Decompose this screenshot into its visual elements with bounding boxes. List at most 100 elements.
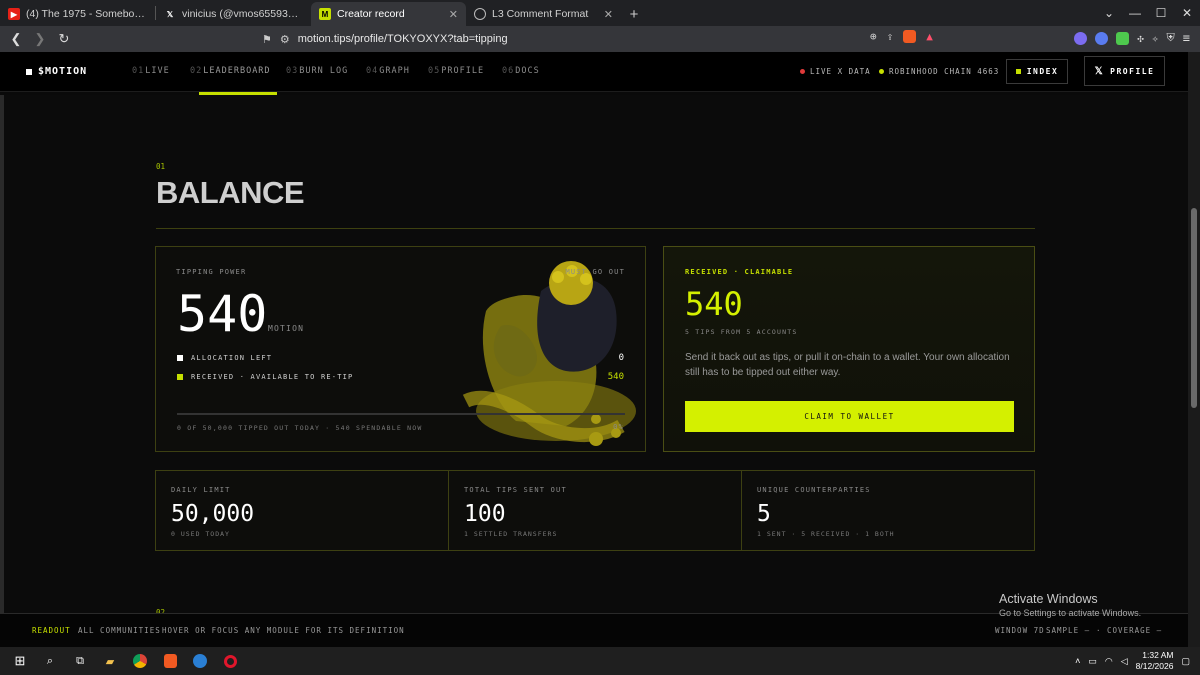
brand-mark-icon (26, 68, 32, 75)
nav-leaderboard[interactable]: 02LEADERBOARD (190, 66, 271, 76)
extension-icon[interactable] (1074, 31, 1088, 45)
unique-counterparties-sub: 1 SENT · 5 RECEIVED · 1 BOTH (757, 530, 895, 538)
nav-burn-log[interactable]: 03BURN LOG (286, 66, 348, 76)
nav-live[interactable]: 01LIVE (132, 66, 170, 76)
readout-footer: READOUT ALL COMMUNITIES HOVER OR FOCUS A… (0, 613, 1188, 647)
bookmark-icon[interactable]: ⚑ (262, 33, 272, 46)
daily-limit-card[interactable]: DAILY LIMIT 50,000 0 USED TODAY (155, 470, 449, 551)
browser-tab-x[interactable]: 𝕏 vinicius (@vmos655930) / X (156, 2, 311, 26)
puzzle-icon[interactable]: ✣ (1137, 32, 1144, 45)
green-square-icon (177, 374, 183, 380)
activate-windows-title: Activate Windows (999, 592, 1098, 606)
extension-icon[interactable] (1116, 31, 1130, 45)
reload-icon[interactable]: ↻ (56, 31, 72, 47)
close-icon[interactable]: ✕ (449, 8, 458, 21)
chain-dot-icon (879, 69, 884, 74)
index-square-icon (1015, 69, 1021, 74)
rewards-icon[interactable]: ▲ (926, 30, 933, 43)
received-available-row: RECEIVED · AVAILABLE TO RE-TIP (177, 373, 353, 381)
profile-button[interactable]: 𝕏 PROFILE (1084, 56, 1165, 86)
daily-limit-label: DAILY LIMIT (171, 486, 231, 494)
site-info-icon[interactable]: ⚙ (280, 33, 290, 46)
daily-limit-value: 50,000 (171, 501, 255, 527)
notification-icon[interactable]: ▢ (1181, 656, 1190, 667)
close-icon[interactable]: ✕ (604, 8, 613, 21)
menu-icon[interactable]: ≡ (1183, 31, 1190, 45)
browser-tab-youtube[interactable]: ▶ (4) The 1975 - Somebody Else - (Vev (0, 2, 155, 26)
windows-start-icon[interactable]: ⊞ (10, 651, 30, 671)
claim-to-wallet-button[interactable]: CLAIM TO WALLET (685, 401, 1014, 432)
motion-icon: M (319, 8, 331, 20)
tray-chevron-icon[interactable]: ˄ (1075, 656, 1080, 666)
search-icon[interactable]: ⌕ (40, 651, 60, 671)
chrome-icon[interactable] (130, 651, 150, 671)
clock-date: 8/12/2026 (1135, 661, 1174, 671)
tab-search-icon[interactable]: ⌄ (1096, 6, 1122, 20)
tips-from-accounts: 5 TIPS FROM 5 ACCOUNTS (685, 328, 798, 336)
address-bar[interactable]: ⚑ ⚙ motion.tips/profile/TOKYOXYX?tab=tip… (262, 29, 942, 49)
youtube-icon: ▶ (8, 8, 20, 20)
url-text[interactable]: motion.tips/profile/TOKYOXYX?tab=tipping (298, 33, 508, 45)
zoom-icon[interactable]: ⊕ (870, 30, 877, 43)
opera-icon[interactable] (220, 651, 240, 671)
new-tab-button[interactable]: + (621, 2, 647, 26)
tab-title: Creator record (337, 8, 405, 20)
claim-description: Send it back out as tips, or pull it on-… (685, 352, 1010, 378)
address-bar-actions: ⊕ ⇪ ▲ (870, 30, 933, 43)
total-tips-card[interactable]: TOTAL TIPS SENT OUT 100 1 SETTLED TRANSF… (448, 470, 742, 551)
forward-icon[interactable]: ❯ (32, 31, 48, 47)
close-window-icon[interactable]: ✕ (1174, 6, 1200, 20)
tipped-out-summary: 0 OF 50,000 TIPPED OUT TODAY · 540 SPEND… (177, 424, 423, 432)
section-divider (156, 228, 1035, 229)
claimable-card[interactable]: RECEIVED · CLAIMABLE 540 5 TIPS FROM 5 A… (663, 246, 1035, 452)
volume-icon[interactable]: ◁ (1121, 656, 1128, 667)
brave-shield-icon[interactable] (903, 30, 917, 43)
scrollbar-thumb[interactable] (1191, 208, 1197, 408)
readout-label: READOUT (32, 626, 71, 635)
x-icon: 𝕏 (1094, 65, 1105, 77)
tipping-power-label: TIPPING POWER (176, 268, 247, 276)
extension-icon[interactable] (1095, 31, 1109, 45)
money-bag-character-illustration (462, 261, 636, 446)
share-icon[interactable]: ⇪ (887, 30, 894, 43)
browser-tab-l3-comment[interactable]: L3 Comment Format ✕ (466, 2, 621, 26)
unique-counterparties-value: 5 (757, 501, 771, 527)
tab-title: vinicius (@vmos655930) / X (182, 8, 303, 20)
communities-filter[interactable]: ALL COMMUNITIES (78, 626, 161, 635)
minimize-icon[interactable]: — (1122, 6, 1148, 20)
index-button[interactable]: INDEX (1006, 59, 1068, 84)
file-explorer-icon[interactable]: ▰ (100, 651, 120, 671)
section-title: BALANCE (156, 175, 305, 210)
maximize-icon[interactable]: ☐ (1148, 6, 1174, 20)
extensions-area: ✣ ✧ ⛨ ≡ (1074, 31, 1190, 45)
brave-icon[interactable] (160, 651, 180, 671)
system-tray: ˄ ▭ ◠ ◁ 1:32 AM 8/12/2026 ▢ (1075, 650, 1190, 672)
white-square-icon (177, 355, 183, 361)
windows-taskbar: ⊞ ⌕ ⧉ ▰ ˄ ▭ ◠ ◁ 1:32 AM 8/12/2026 ▢ (0, 647, 1200, 675)
app-icon[interactable] (190, 651, 210, 671)
nav-graph[interactable]: 04GRAPH (366, 66, 410, 76)
tipping-power-unit: MOTION (268, 324, 305, 333)
wifi-icon[interactable]: ◠ (1105, 656, 1113, 667)
section-number: 01 (156, 162, 166, 171)
total-tips-value: 100 (464, 501, 506, 527)
tipping-power-card[interactable]: TIPPING POWER MUST GO OUT 540 MOTION ALL… (155, 246, 646, 452)
nav-profile[interactable]: 05PROFILE (428, 66, 484, 76)
sparkle-icon[interactable]: ✧ (1152, 32, 1159, 45)
total-tips-sub: 1 SETTLED TRANSFERS (464, 530, 558, 538)
brand-logo[interactable]: $MOTION (26, 66, 87, 77)
network-icon[interactable]: ▭ (1088, 656, 1097, 667)
unique-counterparties-card[interactable]: UNIQUE COUNTERPARTIES 5 1 SENT · 5 RECEI… (741, 470, 1035, 551)
nav-docs[interactable]: 06DOCS (502, 66, 540, 76)
live-dot-icon (800, 69, 805, 74)
shield-icon[interactable]: ⛨ (1167, 31, 1175, 45)
must-go-out-label: MUST GO OUT (565, 268, 625, 276)
daily-limit-sub: 0 USED TODAY (171, 530, 230, 538)
task-view-icon[interactable]: ⧉ (70, 651, 90, 671)
window-setting[interactable]: WINDOW 7D (995, 626, 1045, 635)
system-clock[interactable]: 1:32 AM 8/12/2026 (1136, 650, 1174, 672)
page-scrollbar[interactable] (1188, 52, 1200, 647)
browser-tab-creator-record[interactable]: M Creator record ✕ (311, 2, 466, 26)
back-icon[interactable]: ❮ (8, 31, 24, 47)
received-claimable-label: RECEIVED · CLAIMABLE (685, 268, 794, 276)
